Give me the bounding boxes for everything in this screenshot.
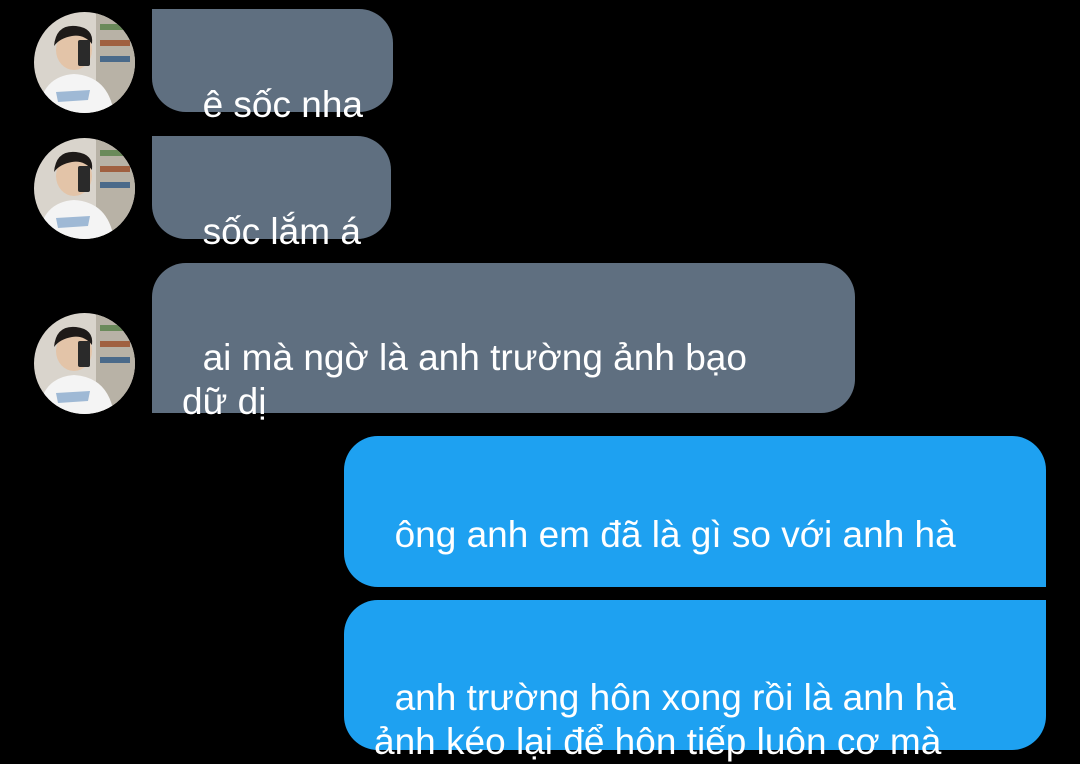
message-text: ai mà ngờ là anh trường ảnh bạo dữ dị (182, 337, 747, 422)
outgoing-message-bubble[interactable]: ông anh em đã là gì so với anh hà (344, 436, 1046, 690)
message-text: sốc lắm á (202, 211, 361, 252)
incoming-message-bubble[interactable]: ê sốc nha (152, 9, 394, 125)
avatar[interactable] (34, 313, 135, 414)
incoming-message-bubble[interactable]: ai mà ngờ là anh trường ảnh bạo dữ dị (152, 263, 855, 422)
message-text: ê sốc nha (202, 84, 364, 125)
message-text: anh trường hôn xong rồi là anh hà ảnh ké… (374, 677, 956, 762)
incoming-message-bubble[interactable]: sốc lắm á (152, 136, 391, 252)
message-text: ông anh em đã là gì so với anh hà (394, 514, 956, 555)
avatar[interactable] (34, 138, 135, 239)
outgoing-message-bubble[interactable]: anh trường hôn xong rồi là anh hà ảnh ké… (344, 600, 1046, 762)
avatar[interactable] (34, 12, 135, 113)
